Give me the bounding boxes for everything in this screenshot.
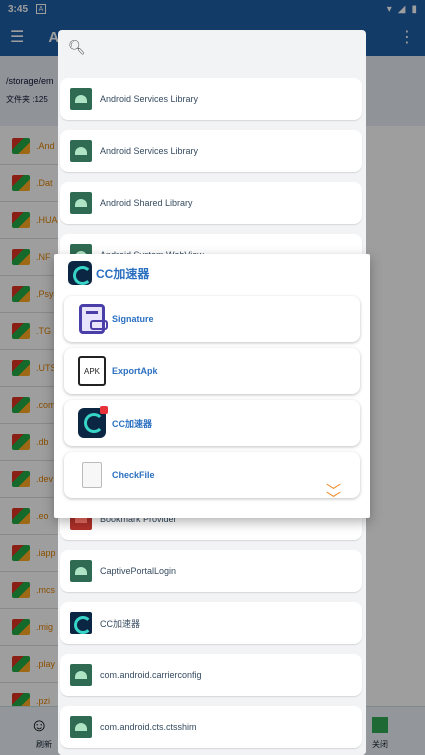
option-export-apk[interactable]: APK ExportApk xyxy=(64,348,360,394)
app-item[interactable]: com.android.carrierconfig xyxy=(60,654,362,696)
app-item[interactable]: Android Shared Library xyxy=(60,182,362,224)
android-icon xyxy=(70,664,92,686)
search-icon[interactable]: 🔍︎ xyxy=(68,39,86,56)
app-name: Android Services Library xyxy=(100,94,199,104)
option-open-app[interactable]: CC加速器 xyxy=(64,400,360,446)
signature-icon xyxy=(79,304,108,334)
app-name: Android Shared Library xyxy=(100,198,193,208)
android-icon xyxy=(70,140,92,162)
app-name: CaptivePortalLogin xyxy=(100,566,177,576)
option-label: ExportApk xyxy=(112,366,158,376)
app-item[interactable]: Android Services Library xyxy=(60,130,362,172)
android-icon xyxy=(70,88,92,110)
android-icon xyxy=(70,716,92,738)
app-item[interactable]: com.android.cts.ctsshim xyxy=(60,706,362,748)
app-name: com.android.carrierconfig xyxy=(100,670,202,680)
apk-file-icon: APK xyxy=(78,356,106,386)
app-name: Android Services Library xyxy=(100,146,199,156)
dialog-header: CC加速器 xyxy=(54,254,370,292)
option-check-file[interactable]: CheckFile xyxy=(64,452,360,498)
app-name: com.android.cts.ctsshim xyxy=(100,722,197,732)
app-item[interactable]: Android Services Library xyxy=(60,78,362,120)
option-label: CC加速器 xyxy=(112,418,152,429)
app-item[interactable]: CC加速器 xyxy=(60,602,362,644)
android-icon xyxy=(70,560,92,582)
option-label: CheckFile xyxy=(112,470,155,480)
app-item[interactable]: CaptivePortalLogin xyxy=(60,550,362,592)
option-signature[interactable]: Signature xyxy=(64,296,360,342)
double-chevron-down-icon[interactable]: ﹀ ﹀ xyxy=(326,484,341,507)
app-name: CC加速器 xyxy=(100,618,140,629)
app-action-dialog: CC加速器 Signature APK ExportApk CC加速器 Chec… xyxy=(54,254,370,518)
option-label: Signature xyxy=(112,314,154,324)
cc-app-icon xyxy=(68,261,92,285)
android-icon xyxy=(70,192,92,214)
file-icon xyxy=(82,462,102,488)
search-bar[interactable]: 🔍︎ xyxy=(58,30,366,64)
dialog-title: CC加速器 xyxy=(96,266,150,281)
cc-app-icon xyxy=(70,612,92,634)
cc-app-icon xyxy=(78,406,108,438)
